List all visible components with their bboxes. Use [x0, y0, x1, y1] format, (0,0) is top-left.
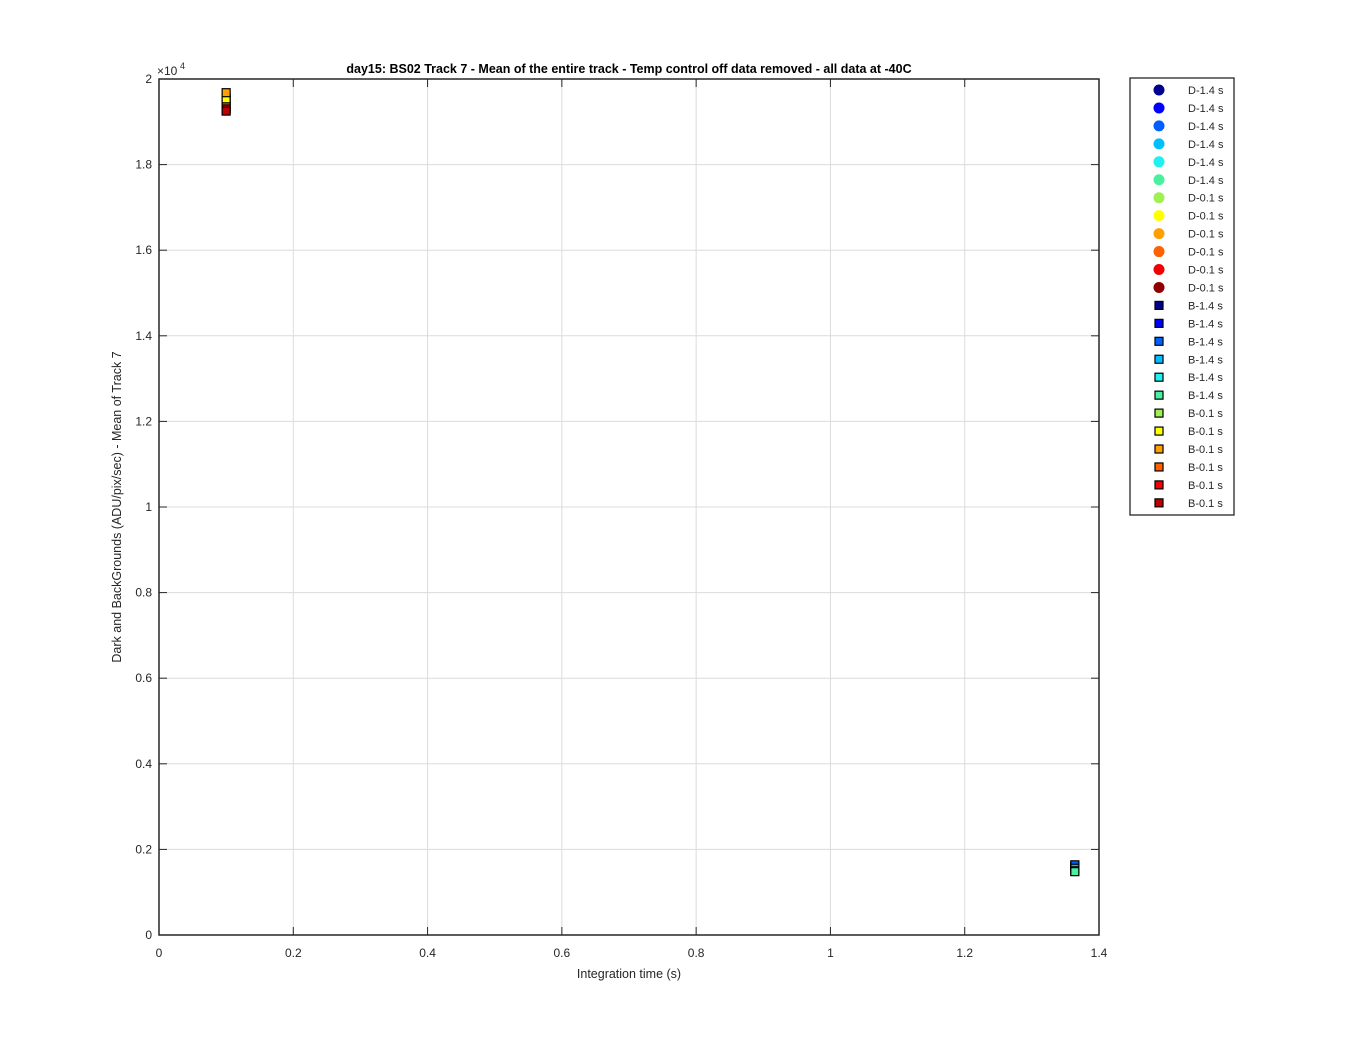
legend-label: B-0.1 s — [1188, 480, 1223, 492]
legend-marker-square — [1154, 300, 1164, 310]
x-tick-label: 0.4 — [419, 946, 436, 960]
legend-label: B-1.4 s — [1188, 300, 1223, 312]
legend-marker-square — [1154, 372, 1164, 382]
legend-marker-circle — [1153, 156, 1165, 168]
legend-label: D-1.4 s — [1188, 103, 1224, 115]
y-exponent-power: 4 — [180, 61, 185, 71]
y-exponent-base: ×10 — [157, 64, 178, 78]
legend-marker-square — [1154, 318, 1164, 328]
y-tick-label: 1.2 — [135, 414, 152, 428]
y-axis-label: Dark and BackGrounds (ADU/pix/sec) - Mea… — [110, 351, 124, 662]
legend-label: D-0.1 s — [1188, 247, 1224, 259]
legend-label: B-0.1 s — [1188, 498, 1223, 510]
y-tick-label: 1.4 — [135, 329, 152, 343]
legend-marker-circle — [1153, 102, 1165, 114]
legend-marker-circle — [1153, 281, 1165, 293]
y-tick-label: 0.8 — [135, 586, 152, 600]
legend-label: D-0.1 s — [1188, 265, 1224, 277]
x-tick-label: 1 — [827, 946, 834, 960]
legend-label: B-0.1 s — [1188, 444, 1223, 456]
data-point-square — [1070, 867, 1080, 877]
legend-marker-square — [1154, 426, 1164, 436]
legend-label: D-1.4 s — [1188, 85, 1224, 97]
legend-label: B-1.4 s — [1188, 354, 1223, 366]
legend-marker-square — [1154, 480, 1164, 490]
legend-label: B-1.4 s — [1188, 390, 1223, 402]
legend-label: B-1.4 s — [1188, 336, 1223, 348]
chart-title: day15: BS02 Track 7 - Mean of the entire… — [346, 62, 911, 76]
legend-marker-circle — [1153, 264, 1165, 275]
legend-marker-circle — [1153, 192, 1165, 204]
legend-label: D-1.4 s — [1188, 139, 1224, 151]
legend-marker-square — [1154, 408, 1164, 418]
x-tick-label: 0.2 — [285, 946, 302, 960]
legend-marker-square — [1154, 444, 1164, 454]
x-tick-label: 1.2 — [956, 946, 973, 960]
legend-label: B-0.1 s — [1188, 408, 1223, 420]
y-tick-label: 2 — [145, 72, 152, 86]
legend-marker-circle — [1153, 138, 1165, 150]
y-tick-label: 0.2 — [135, 842, 152, 856]
legend-marker-circle — [1153, 228, 1165, 240]
legend-marker-circle — [1153, 246, 1165, 258]
x-tick-label: 1.4 — [1091, 946, 1108, 960]
y-tick-label: 1.8 — [135, 158, 152, 172]
y-tick-label: 1 — [145, 500, 152, 514]
legend-marker-circle — [1153, 120, 1165, 132]
x-tick-label: 0 — [156, 946, 163, 960]
scatter-chart: 0 0.2 0.4 0.6 0.8 1 1.2 1.4 0 0.2 0.4 0.6 0.8 1 1.2 1.… — [0, 0, 1350, 1050]
legend-label: D-0.1 s — [1188, 211, 1224, 223]
legend-label: D-1.4 s — [1188, 175, 1224, 187]
legend-label: D-1.4 s — [1188, 157, 1224, 169]
legend-marker-circle — [1153, 174, 1165, 186]
legend-marker-square — [1154, 390, 1164, 400]
y-tick-label: 0.4 — [135, 757, 152, 771]
legend-label: D-0.1 s — [1188, 193, 1224, 205]
legend-label: B-1.4 s — [1188, 372, 1223, 384]
x-tick-label: 0.6 — [554, 946, 571, 960]
data-point-square — [221, 106, 231, 116]
legend-label: D-1.4 s — [1188, 121, 1224, 133]
y-tick-label: 0 — [145, 928, 152, 942]
legend-label: D-0.1 s — [1188, 229, 1224, 241]
data-point-square — [221, 88, 231, 98]
x-tick-label: 0.8 — [688, 946, 705, 960]
legend-marker-square — [1154, 336, 1164, 346]
legend-label: D-0.1 s — [1188, 282, 1224, 294]
legend-label: B-0.1 s — [1188, 462, 1223, 474]
legend-marker-circle — [1153, 210, 1165, 222]
legend-label: B-1.4 s — [1188, 318, 1223, 330]
legend-marker-square — [1154, 462, 1164, 472]
x-axis-label: Integration time (s) — [577, 967, 681, 981]
legend-marker-square — [1154, 498, 1164, 508]
legend-marker-circle — [1153, 84, 1165, 96]
y-tick-label: 0.6 — [135, 671, 152, 685]
y-tick-label: 1.6 — [135, 243, 152, 257]
legend-label: B-0.1 s — [1188, 426, 1223, 438]
legend-marker-square — [1154, 354, 1164, 364]
